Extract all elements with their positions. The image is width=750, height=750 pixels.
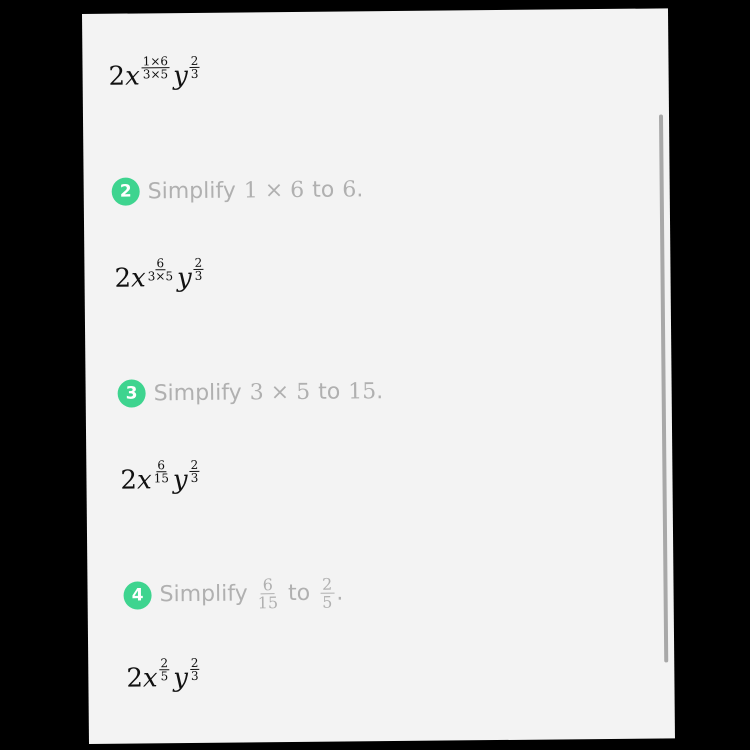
solution-panel: 2x 1×6 3×5 y 23 2 Simplify 1 × 6 to 6. 2x… bbox=[82, 8, 675, 744]
fraction-denominator: 5 bbox=[322, 592, 333, 612]
variable-x: x bbox=[130, 263, 146, 294]
step-period: . bbox=[376, 378, 384, 404]
exponent-x: 6 3×5 bbox=[147, 256, 174, 284]
expression-4: 2x 25 y 23 bbox=[126, 656, 203, 694]
step-3: 3 Simplify 3 × 5 to 15. bbox=[117, 377, 384, 408]
variable-y: y bbox=[173, 60, 188, 92]
step-4: 4 Simplify 6 15 to 25. bbox=[123, 574, 344, 613]
variable-x: x bbox=[125, 61, 140, 92]
step-to: 15 bbox=[348, 378, 377, 404]
step-from: 1 × 6 bbox=[243, 177, 305, 203]
exponent-y: 23 bbox=[189, 656, 200, 683]
variable-x: x bbox=[136, 465, 152, 496]
step-to-word: to bbox=[312, 177, 335, 203]
coefficient: 2 bbox=[126, 663, 144, 694]
step-verb: Simplify bbox=[153, 379, 242, 406]
expression-2: 2x 6 3×5 y 23 bbox=[114, 256, 207, 294]
exponent-denominator: 3 bbox=[190, 66, 199, 81]
step-verb: Simplify bbox=[159, 581, 248, 608]
fraction-numerator: 2 bbox=[319, 574, 335, 594]
step-2: 2 Simplify 1 × 6 to 6. bbox=[111, 175, 364, 206]
step-to: 6 bbox=[342, 176, 357, 203]
step-from-fraction: 6 15 bbox=[257, 575, 279, 613]
step-period: . bbox=[336, 580, 344, 606]
variable-x: x bbox=[142, 663, 158, 694]
step-from: 3 × 5 bbox=[249, 379, 311, 405]
step-to-word: to bbox=[318, 379, 341, 405]
exponent-y: 23 bbox=[189, 54, 200, 81]
step-period: . bbox=[356, 176, 364, 202]
exponent-x: 1×6 3×5 bbox=[141, 54, 170, 82]
exponent-denominator: 3×5 bbox=[142, 67, 169, 82]
exponent-denominator: 3 bbox=[190, 470, 199, 485]
exponent-x: 25 bbox=[159, 656, 170, 684]
step-number-badge: 4 bbox=[123, 580, 152, 610]
expression-3: 2x 6 15 y 23 bbox=[120, 458, 203, 496]
exponent-y: 23 bbox=[189, 458, 200, 485]
exponent-denominator: 5 bbox=[160, 669, 169, 684]
expression-1: 2x 1×6 3×5 y 23 bbox=[108, 54, 203, 92]
variable-y: y bbox=[172, 465, 188, 496]
variable-y: y bbox=[173, 663, 189, 694]
variable-y: y bbox=[176, 262, 192, 294]
step-to-word: to bbox=[287, 580, 311, 607]
exponent-y: 23 bbox=[193, 256, 204, 283]
step-number-badge: 3 bbox=[117, 379, 146, 408]
coefficient: 2 bbox=[114, 263, 132, 294]
exponent-denominator: 3×5 bbox=[147, 269, 174, 284]
exponent-denominator: 3 bbox=[190, 668, 199, 683]
fraction-numerator: 6 bbox=[260, 575, 275, 595]
exponent-x: 6 15 bbox=[153, 458, 170, 486]
coefficient: 2 bbox=[108, 61, 126, 92]
vertical-scrollbar[interactable] bbox=[658, 114, 669, 663]
step-verb: Simplify bbox=[147, 178, 236, 204]
step-to-fraction: 25 bbox=[319, 574, 335, 612]
coefficient: 2 bbox=[120, 465, 138, 496]
exponent-denominator: 3 bbox=[194, 268, 203, 283]
fraction-denominator: 15 bbox=[257, 593, 279, 613]
exponent-denominator: 15 bbox=[153, 471, 170, 486]
step-number-badge: 2 bbox=[111, 177, 140, 206]
